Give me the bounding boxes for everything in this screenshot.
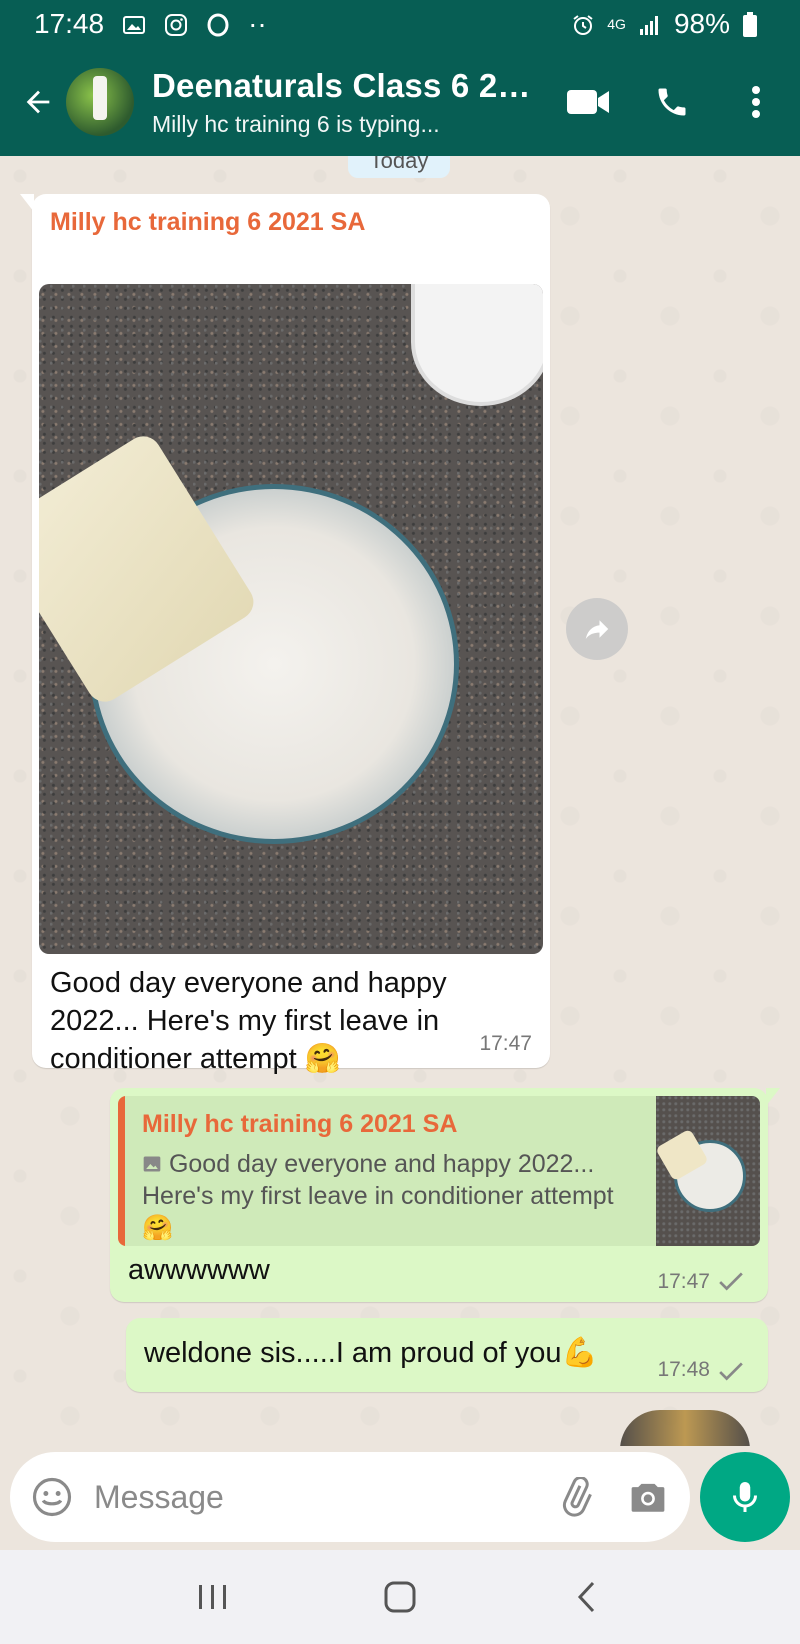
status-time: 17:48: [34, 8, 105, 39]
instagram-icon: [164, 12, 188, 36]
photo-icon: [143, 1156, 161, 1172]
forward-icon: [585, 620, 609, 639]
camera-icon: [631, 1483, 665, 1512]
quoted-sender: Milly hc training 6 2021 SA: [142, 1110, 458, 1138]
outgoing-reply-message[interactable]: Milly hc training 6 2021 SA Good day eve…: [110, 1088, 780, 1302]
message-text: awwwwww: [128, 1254, 270, 1286]
voice-message-button[interactable]: [700, 1452, 790, 1542]
status-dots: ··: [248, 8, 267, 39]
message-composer[interactable]: Message: [10, 1452, 690, 1542]
network-type: 4G: [607, 16, 626, 32]
message-time: 17:47: [657, 1270, 710, 1293]
sender-name[interactable]: Milly hc training 6 2021 SA: [50, 208, 365, 237]
forward-button[interactable]: [566, 598, 628, 660]
camera-button[interactable]: [626, 1475, 670, 1519]
chat-area[interactable]: Today Milly hc training 6 2021 SA Good d…: [0, 156, 800, 1446]
sent-check-icon: [719, 1362, 743, 1381]
voice-call-button[interactable]: [650, 80, 694, 124]
arrow-left-icon: [26, 90, 50, 114]
recent-apps-button[interactable]: [188, 1572, 238, 1622]
message-text: weldone sis.....I am proud of you💪: [144, 1337, 598, 1369]
back-button[interactable]: [10, 72, 66, 132]
alarm-icon: [571, 12, 595, 36]
home-icon: [384, 1581, 416, 1613]
chevron-left-icon: [577, 1581, 594, 1613]
quoted-message[interactable]: Milly hc training 6 2021 SA Good day eve…: [118, 1096, 760, 1246]
message-photo[interactable]: [39, 284, 543, 954]
group-avatar[interactable]: [66, 68, 134, 136]
quoted-thumbnail: [655, 1096, 760, 1246]
message-text: Good day everyone and happy 2022... Here…: [50, 967, 447, 1075]
battery-icon: [742, 12, 766, 37]
outgoing-message[interactable]: weldone sis.....I am proud of you💪 17:48: [126, 1318, 768, 1392]
opera-icon: [206, 12, 230, 37]
date-chip: Today: [348, 156, 450, 178]
battery-level: 98%: [673, 8, 730, 39]
microphone-icon: [733, 1482, 757, 1512]
message-time: 17:48: [657, 1358, 710, 1381]
message-time: 17:47: [479, 1032, 532, 1055]
back-nav-button[interactable]: [562, 1572, 612, 1622]
system-nav-bar: [0, 1550, 800, 1644]
typing-status: Milly hc training 6 is typing...: [152, 110, 440, 137]
home-button[interactable]: [375, 1572, 425, 1622]
chat-header: Deenaturals Class 6 20... Milly hc train…: [0, 48, 800, 156]
chat-title: Deenaturals Class 6 20...: [152, 66, 542, 104]
signal-icon: [638, 12, 662, 36]
recent-apps-icon: [199, 1585, 227, 1609]
next-message-preview: [620, 1410, 750, 1446]
more-options-button[interactable]: [734, 80, 778, 124]
message-input[interactable]: Message: [94, 1479, 554, 1516]
video-call-icon: [567, 90, 609, 114]
incoming-message[interactable]: Milly hc training 6 2021 SA Good day eve…: [20, 194, 550, 1075]
video-call-button[interactable]: [566, 80, 610, 124]
phone-icon: [658, 88, 686, 116]
sent-check-icon: [719, 1272, 743, 1291]
emoji-icon: [32, 1477, 72, 1517]
emoji-button[interactable]: [30, 1475, 74, 1519]
attach-button[interactable]: [554, 1475, 598, 1519]
chat-info[interactable]: Deenaturals Class 6 20... Milly hc train…: [152, 67, 542, 138]
status-bar: 17:48 ·· 4G 98%: [0, 0, 800, 48]
more-vert-icon: [752, 86, 760, 118]
paperclip-icon: [562, 1477, 592, 1517]
gallery-icon: [122, 12, 146, 36]
quoted-text: Good day everyone and happy 2022... Here…: [142, 1150, 614, 1242]
